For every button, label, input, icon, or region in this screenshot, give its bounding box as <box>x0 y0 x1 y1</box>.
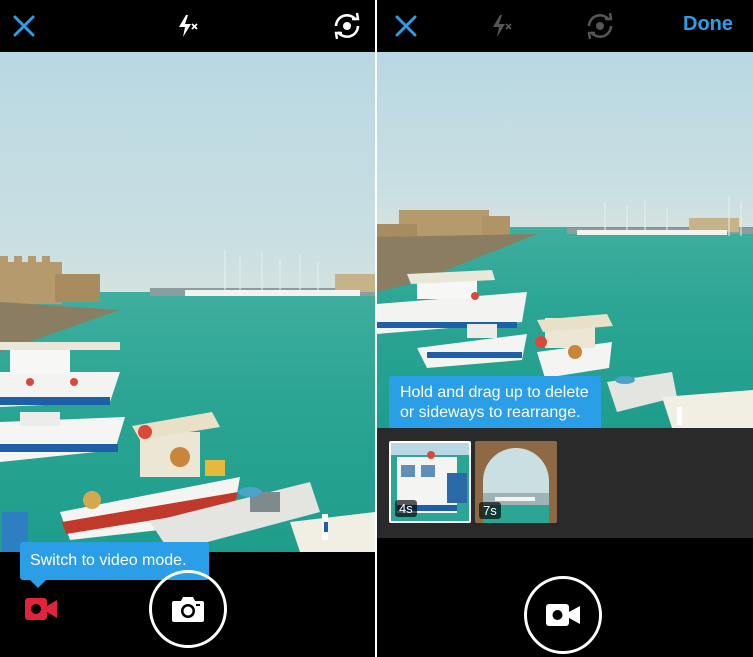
clip-thumbnail[interactable]: 7s <box>475 441 557 523</box>
clip-thumbnail[interactable]: 4s <box>389 441 471 523</box>
flash-button[interactable] <box>170 8 206 44</box>
record-button[interactable] <box>524 576 602 654</box>
flash-button[interactable] <box>484 8 520 44</box>
video-camera-icon <box>25 598 57 620</box>
flash-off-icon <box>493 15 512 37</box>
shutter-button[interactable] <box>149 570 227 648</box>
camera-screen-video: Done Hold and drag up to delete or sidew… <box>377 0 753 657</box>
rearrange-tooltip: Hold and drag up to delete or sideways t… <box>389 376 601 438</box>
top-bar: Done <box>377 0 753 52</box>
clip-duration: 4s <box>395 500 417 517</box>
camera-preview <box>0 52 375 552</box>
tooltip-line-2: or sideways to rearrange. <box>400 404 581 421</box>
video-mode-button[interactable] <box>24 596 58 622</box>
close-icon <box>395 15 417 37</box>
camera-preview <box>377 52 753 428</box>
flip-camera-button[interactable] <box>329 8 365 44</box>
close-button[interactable] <box>388 8 424 44</box>
done-button[interactable]: Done <box>683 13 733 36</box>
flip-camera-button[interactable] <box>582 8 618 44</box>
camera-screen-photo: Switch to video mode. <box>0 0 375 657</box>
tooltip-text: Switch to video mode. <box>30 552 187 569</box>
close-button[interactable] <box>6 8 42 44</box>
clip-duration: 7s <box>479 502 501 519</box>
clip-strip: 4s 7s <box>377 428 753 538</box>
top-bar <box>0 0 375 52</box>
harbor-scene-image <box>0 250 375 552</box>
tooltip-line-1: Hold and drag up to delete <box>400 384 589 401</box>
camera-icon <box>172 597 204 622</box>
flip-camera-icon <box>334 12 360 40</box>
flash-off-icon <box>179 15 198 37</box>
close-icon <box>13 15 35 37</box>
flip-camera-icon <box>587 12 613 40</box>
video-camera-icon <box>546 604 580 626</box>
harbor-scene-image <box>377 196 753 428</box>
